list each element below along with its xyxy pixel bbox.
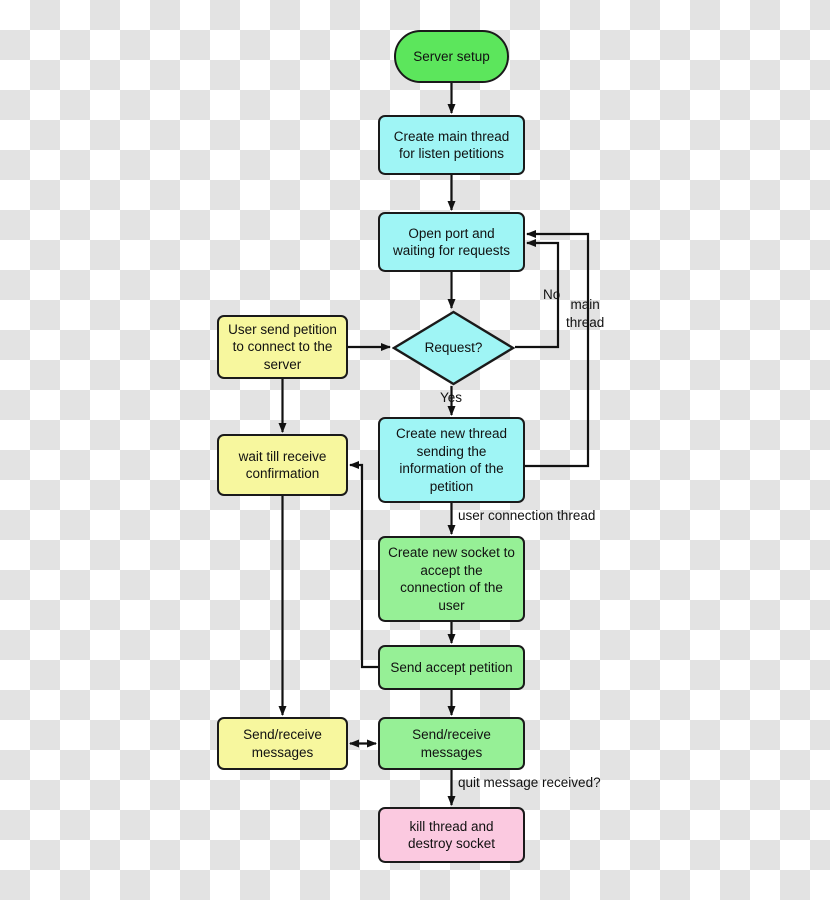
node-label: Send/receive messages [243,727,322,760]
node-server-setup[interactable]: Server setup [394,30,509,83]
node-kill-thread[interactable]: kill thread and destroy socket [378,807,525,863]
node-send-receive-user[interactable]: Send/receive messages [217,717,348,770]
node-label: kill thread and destroy socket [407,818,496,852]
node-create-new-thread[interactable]: Create new thread sending the informatio… [378,417,525,503]
node-label: wait till receive confirmation [238,448,327,482]
node-label: Create main thread for listen petitions [393,128,510,162]
edge-new-thread-main-to-open-port [525,230,590,468]
node-wait-confirmation[interactable]: wait till receive confirmation [217,434,348,496]
node-label: Create new thread sending the informatio… [395,426,508,494]
node-send-accept-petition[interactable]: Send accept petition [378,645,525,690]
edge-label-main-thread: main thread [566,297,605,330]
node-request-decision[interactable]: Request? [392,310,515,386]
node-label: Send/receive messages [412,727,491,760]
node-open-port[interactable]: Open port and waiting for requests [378,212,525,272]
edge-label-yes: Yes [440,390,463,405]
edge-label-user-connection-thread: user connection thread [458,508,596,523]
node-send-receive-thread[interactable]: Send/receive messages [378,717,525,770]
node-create-main-thread[interactable]: Create main thread for listen petitions [378,115,525,175]
edge-label-quit-message: quit message received? [458,775,601,790]
edge-accept-to-wait [349,461,378,669]
edge-label-no: No [543,287,561,302]
node-user-send-petition[interactable]: User send petition to connect to the ser… [217,315,348,379]
node-label: User send petition to connect to the ser… [228,321,337,372]
flowchart-canvas: Server setup Create main thread for list… [0,0,830,900]
node-label: Open port and waiting for requests [392,225,511,259]
node-create-new-socket[interactable]: Create new socket to accept the connecti… [378,536,525,622]
node-label: Send accept petition [390,659,513,675]
node-label: Request? [424,340,483,356]
node-label: Server setup [413,48,490,64]
node-label: Create new socket to accept the connecti… [388,545,515,613]
